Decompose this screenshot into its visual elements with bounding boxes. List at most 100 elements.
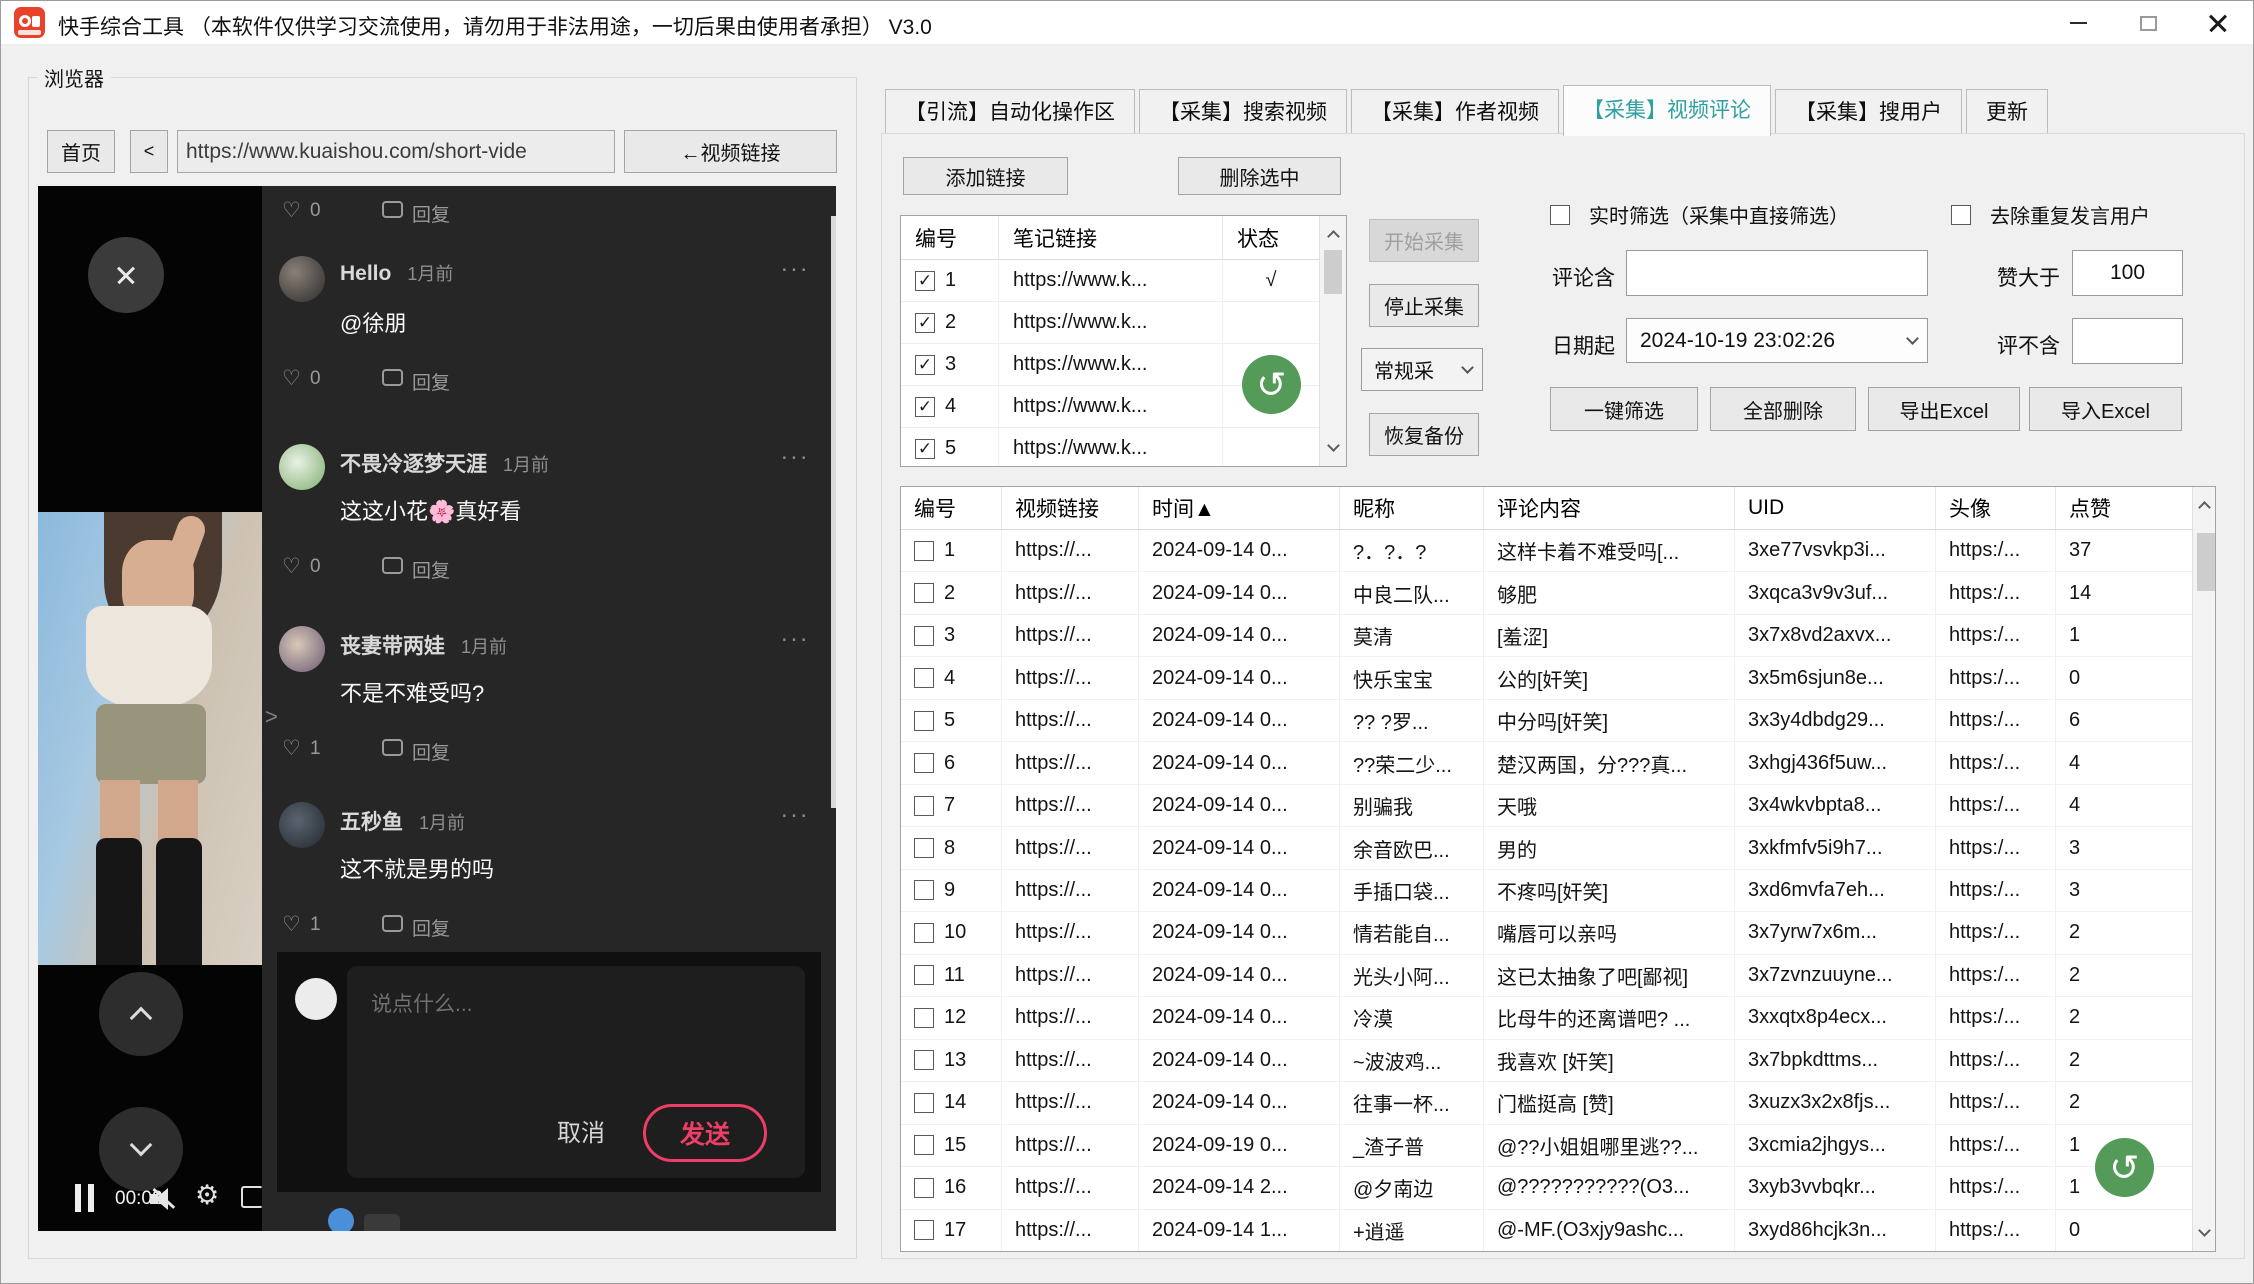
- scroll-down-icon[interactable]: [2198, 1224, 2211, 1237]
- import-excel-button[interactable]: 导入Excel: [2029, 387, 2182, 431]
- export-excel-button[interactable]: 导出Excel: [1868, 387, 2020, 431]
- row-checkbox[interactable]: [914, 1050, 934, 1070]
- table-row[interactable]: 5https://...2024-09-14 0...?? ?罗...中分吗[奸…: [901, 700, 2194, 742]
- row-checkbox[interactable]: [914, 753, 934, 773]
- scroll-thumb[interactable]: [1324, 250, 1342, 294]
- tab-1[interactable]: 【引流】自动化操作区: [885, 89, 1135, 136]
- date-from-dropdown[interactable]: 2024-10-19 23:02:26: [1626, 318, 1928, 363]
- table-row[interactable]: ✓2https://www.k...: [901, 302, 1346, 344]
- like-icon[interactable]: ♡: [282, 366, 301, 391]
- table-row[interactable]: 12https://...2024-09-14 0...冷漠比母牛的还离谱吧? …: [901, 997, 2194, 1039]
- minimize-button[interactable]: [2043, 1, 2113, 45]
- reply-button[interactable]: 回复: [412, 556, 450, 583]
- reply-button[interactable]: 回复: [412, 914, 450, 941]
- table-row[interactable]: 9https://...2024-09-14 0...手插口袋...不疼吗[奸笑…: [901, 870, 2194, 912]
- collect-mode-dropdown[interactable]: 常规采: [1361, 348, 1483, 391]
- row-checkbox[interactable]: [914, 880, 934, 900]
- reply-button[interactable]: 回复: [412, 738, 450, 765]
- like-icon[interactable]: ♡: [282, 198, 301, 223]
- scroll-thumb[interactable]: [2197, 533, 2215, 591]
- comment-excludes-input[interactable]: [2072, 318, 2183, 364]
- grab-video-link-button[interactable]: ←视频链接: [624, 130, 837, 173]
- like-icon[interactable]: ♡: [282, 736, 301, 761]
- tab-2[interactable]: 【采集】搜索视频: [1139, 89, 1347, 136]
- checkbox-icon[interactable]: [1951, 205, 1971, 225]
- table-row[interactable]: 10https://...2024-09-14 0...情若能自...嘴唇可以亲…: [901, 912, 2194, 954]
- row-checkbox[interactable]: [914, 626, 934, 646]
- reply-button[interactable]: 回复: [412, 200, 450, 227]
- link-table-scrollbar[interactable]: [1319, 216, 1346, 466]
- delete-selected-button[interactable]: 删除选中: [1178, 157, 1341, 195]
- like-icon[interactable]: ♡: [282, 554, 301, 579]
- table-row[interactable]: 2https://...2024-09-14 0...中良二队...够肥3xqc…: [901, 572, 2194, 614]
- table-row[interactable]: 7https://...2024-09-14 0...别骗我天哦3x4wkvbp…: [901, 785, 2194, 827]
- row-checkbox[interactable]: [914, 1008, 934, 1028]
- row-checkbox[interactable]: [914, 668, 934, 688]
- reply-button[interactable]: 回复: [412, 368, 450, 395]
- table-row[interactable]: 16https://...2024-09-14 2...@夕南边@???????…: [901, 1167, 2194, 1209]
- table-row[interactable]: 11https://...2024-09-14 0...光头小阿...这已太抽象…: [901, 955, 2194, 997]
- scroll-up-icon[interactable]: [1327, 230, 1340, 243]
- results-scrollbar[interactable]: [2192, 487, 2215, 1251]
- table-row[interactable]: 1https://...2024-09-14 0...?．?．?这样卡着不难受吗…: [901, 530, 2194, 572]
- scroll-up-icon[interactable]: [2198, 501, 2211, 514]
- table-row[interactable]: 14https://...2024-09-14 0...往事一杯...门槛挺高 …: [901, 1082, 2194, 1124]
- row-checkbox[interactable]: [914, 923, 934, 943]
- stop-collect-button[interactable]: 停止采集: [1369, 284, 1479, 327]
- row-checkbox[interactable]: ✓: [915, 271, 935, 291]
- table-row[interactable]: 13https://...2024-09-14 0...~波波鸡...我喜欢 […: [901, 1040, 2194, 1082]
- comment-contains-input[interactable]: [1626, 250, 1928, 296]
- row-checkbox[interactable]: [914, 541, 934, 561]
- table-row[interactable]: 15https://...2024-09-19 0..._渣子普@??小姐姐哪里…: [901, 1125, 2194, 1167]
- row-checkbox[interactable]: [914, 583, 934, 603]
- tab-5[interactable]: 【采集】搜用户: [1775, 89, 1962, 136]
- muted-speaker-icon[interactable]: [150, 1186, 178, 1212]
- delete-all-button[interactable]: 全部删除: [1710, 387, 1856, 431]
- fullscreen-icon[interactable]: [241, 1186, 263, 1208]
- cancel-button[interactable]: 取消: [557, 1113, 605, 1148]
- row-checkbox[interactable]: ✓: [915, 313, 935, 333]
- row-checkbox[interactable]: [914, 1093, 934, 1113]
- comment-input[interactable]: 说点什么... 取消 发送: [347, 966, 805, 1178]
- row-checkbox[interactable]: [914, 796, 934, 816]
- like-icon[interactable]: ♡: [282, 912, 301, 937]
- row-checkbox[interactable]: [914, 1135, 934, 1155]
- table-row[interactable]: 6https://...2024-09-14 0...??荣二少...楚汉两国，…: [901, 742, 2194, 784]
- row-checkbox[interactable]: [914, 711, 934, 731]
- table-row[interactable]: 3https://...2024-09-14 0...莫清[羞涩]3x7x8vd…: [901, 615, 2194, 657]
- table-row[interactable]: 8https://...2024-09-14 0...余音欧巴...男的3xkf…: [901, 827, 2194, 869]
- previous-video-button[interactable]: [99, 972, 183, 1056]
- video-close-button[interactable]: [88, 237, 164, 313]
- url-input[interactable]: [177, 130, 615, 173]
- row-checkbox[interactable]: [914, 1178, 934, 1198]
- realtime-filter-checkbox[interactable]: 实时筛选（采集中直接筛选）: [1550, 200, 1849, 229]
- maximize-button[interactable]: [2113, 1, 2183, 45]
- more-options-icon[interactable]: ...: [781, 796, 810, 824]
- home-button[interactable]: 首页: [47, 130, 115, 173]
- table-row[interactable]: 4https://...2024-09-14 0...快乐宝宝公的[奸笑]3x5…: [901, 657, 2194, 699]
- row-checkbox[interactable]: ✓: [915, 397, 935, 417]
- table-row[interactable]: ✓5https://www.k...: [901, 428, 1346, 467]
- settings-gear-icon[interactable]: ⚙: [195, 1180, 219, 1211]
- scroll-down-icon[interactable]: [1327, 439, 1340, 452]
- more-options-icon[interactable]: ...: [781, 250, 810, 278]
- dedupe-checkbox[interactable]: 去除重复发言用户: [1951, 200, 2150, 229]
- expand-replies-icon[interactable]: >: [265, 704, 278, 730]
- row-checkbox[interactable]: ✓: [915, 439, 935, 459]
- back-button[interactable]: <: [130, 130, 168, 173]
- table-row[interactable]: ✓1https://www.k...√: [901, 260, 1346, 302]
- tab-4[interactable]: 【采集】视频评论: [1563, 85, 1771, 136]
- tab-3[interactable]: 【采集】作者视频: [1351, 89, 1559, 136]
- row-checkbox[interactable]: [914, 1220, 934, 1240]
- likes-greater-input[interactable]: [2072, 250, 2183, 296]
- row-checkbox[interactable]: [914, 838, 934, 858]
- browser-scrollbar[interactable]: [831, 216, 836, 808]
- video-thumbnail[interactable]: [38, 512, 262, 965]
- restore-backup-button[interactable]: 恢复备份: [1369, 413, 1479, 456]
- add-link-button[interactable]: 添加链接: [903, 157, 1068, 195]
- more-options-icon[interactable]: ...: [781, 620, 810, 648]
- more-options-icon[interactable]: ...: [781, 438, 810, 466]
- close-button[interactable]: [2183, 1, 2253, 45]
- row-checkbox[interactable]: [914, 965, 934, 985]
- tab-6[interactable]: 更新: [1966, 89, 2048, 136]
